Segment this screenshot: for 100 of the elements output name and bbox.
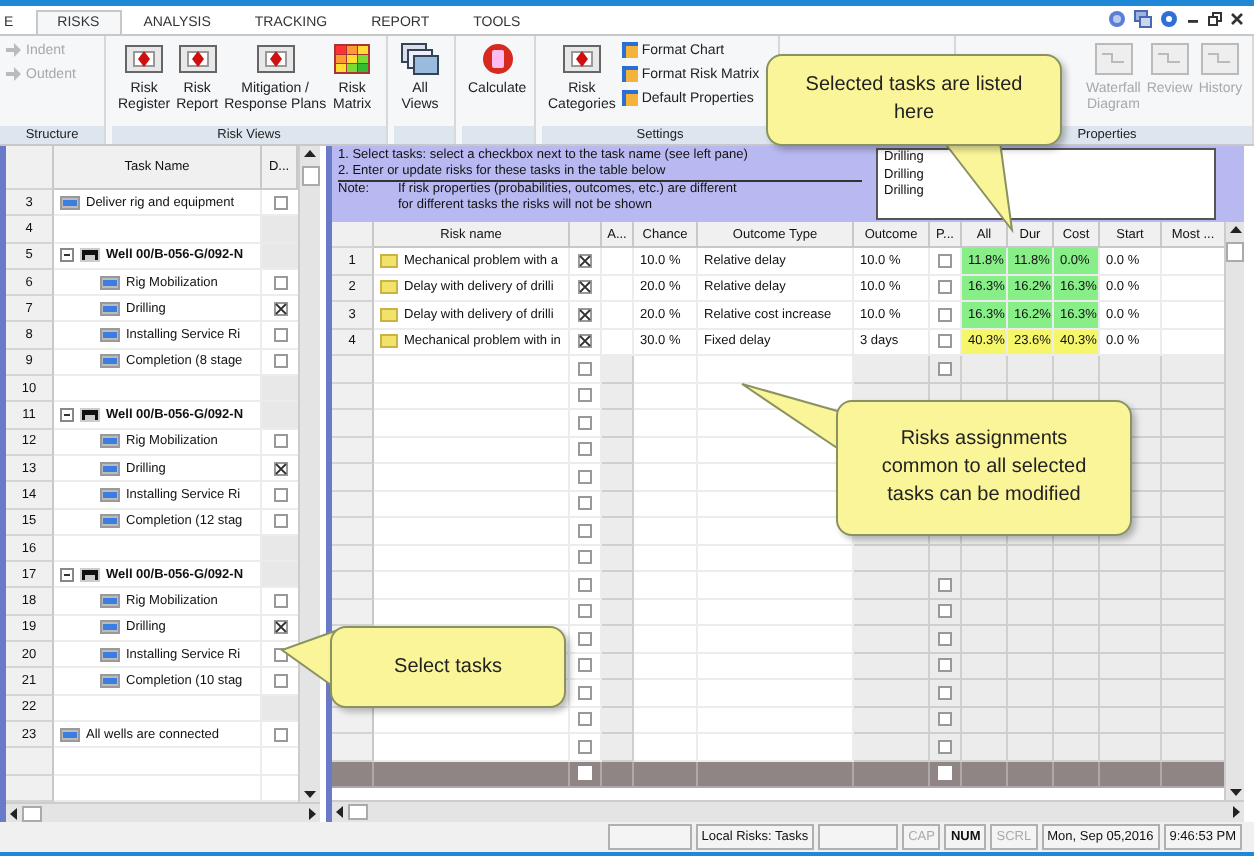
- checkbox[interactable]: [273, 461, 287, 476]
- checkbox[interactable]: [938, 577, 952, 592]
- checkbox[interactable]: [578, 712, 592, 727]
- checkbox[interactable]: [273, 328, 287, 343]
- right-arrow-icon[interactable]: [1228, 804, 1244, 820]
- windows-icon[interactable]: [1134, 10, 1152, 28]
- restore-icon[interactable]: [1208, 12, 1222, 26]
- checkbox-cell: [262, 216, 298, 244]
- horizontal-scrollbar[interactable]: [6, 802, 320, 824]
- checkbox[interactable]: [578, 442, 592, 457]
- checkbox[interactable]: [578, 307, 592, 322]
- task-bar-icon: [100, 275, 120, 290]
- checkbox[interactable]: [273, 594, 287, 609]
- collapse-icon[interactable]: [60, 408, 74, 423]
- scrollbar[interactable]: [298, 146, 320, 802]
- checkbox[interactable]: [273, 301, 287, 316]
- task-bar-icon: [60, 727, 80, 742]
- task-bar-icon: [100, 487, 120, 502]
- grid-icon: [332, 42, 373, 76]
- task-bar-icon: [100, 673, 120, 688]
- checkbox[interactable]: [938, 658, 952, 673]
- swatch-icon: [621, 42, 638, 58]
- checkbox[interactable]: [578, 361, 592, 376]
- checkbox[interactable]: [578, 280, 592, 295]
- checkbox[interactable]: [938, 604, 952, 619]
- checkbox-cell: [262, 376, 298, 403]
- checkbox[interactable]: [273, 514, 287, 529]
- chart-icon: [1200, 42, 1241, 76]
- down-arrow-icon[interactable]: [1227, 784, 1243, 800]
- checkbox[interactable]: [578, 496, 592, 511]
- checkbox[interactable]: [938, 685, 952, 700]
- up-arrow-icon[interactable]: [302, 146, 318, 162]
- task-bar-icon: [100, 461, 120, 476]
- checkbox[interactable]: [578, 658, 592, 673]
- summary-bar-icon: [80, 408, 100, 423]
- swatch-icon: [621, 66, 638, 82]
- horizontal-scrollbar[interactable]: [332, 800, 1244, 822]
- scrollbar-thumb[interactable]: [301, 166, 319, 186]
- task-bar-icon: [100, 434, 120, 449]
- checkbox[interactable]: [938, 361, 952, 376]
- right-arrow-icon[interactable]: [304, 806, 320, 822]
- checkbox[interactable]: [578, 577, 592, 592]
- checkbox[interactable]: [578, 550, 592, 565]
- checkbox[interactable]: [578, 604, 592, 619]
- checkbox[interactable]: [273, 487, 287, 502]
- chart-icon: [1093, 42, 1134, 76]
- scrollbar-thumb[interactable]: [22, 806, 42, 822]
- checkbox[interactable]: [938, 280, 952, 295]
- checkbox[interactable]: [273, 354, 287, 369]
- swatch-icon: [621, 90, 638, 106]
- summary-bar-icon: [80, 248, 100, 263]
- checkbox[interactable]: [273, 434, 287, 449]
- checkbox[interactable]: [578, 388, 592, 403]
- checkbox[interactable]: [578, 415, 592, 430]
- checkbox[interactable]: [938, 712, 952, 727]
- collapse-icon[interactable]: [60, 248, 74, 263]
- checkbox[interactable]: [578, 334, 592, 349]
- checkbox[interactable]: [578, 631, 592, 646]
- checkbox[interactable]: [938, 739, 952, 754]
- group-label-bar: [394, 126, 454, 144]
- task-bar-icon: [100, 328, 120, 343]
- scrollbar-thumb[interactable]: [1226, 242, 1244, 262]
- task-bar-icon: [100, 647, 120, 662]
- header-cell: [332, 222, 374, 248]
- task-bar-icon: [100, 620, 120, 635]
- checkbox-cell: [262, 535, 298, 563]
- checkbox[interactable]: [273, 275, 287, 290]
- group-label-bar: [462, 126, 534, 144]
- up-arrow-icon[interactable]: [1227, 222, 1243, 238]
- callout: Risks assignments common to all selected tasks can be modified: [836, 400, 1132, 536]
- task-bar-icon: [100, 354, 120, 369]
- task-bar-icon: [100, 594, 120, 609]
- checkbox[interactable]: [938, 307, 952, 322]
- help-icon[interactable]: [1160, 10, 1178, 28]
- collapse-icon[interactable]: [60, 567, 74, 582]
- checkbox[interactable]: [578, 739, 592, 754]
- task-bar-icon: [100, 514, 120, 529]
- summary-bar-icon: [80, 567, 100, 582]
- scrollbar-thumb[interactable]: [348, 804, 368, 820]
- checkbox[interactable]: [938, 631, 952, 646]
- globe-icon[interactable]: [1108, 10, 1126, 28]
- chart-icon: [1149, 42, 1190, 76]
- scrollbar[interactable]: [1224, 222, 1244, 800]
- close-icon[interactable]: [1230, 12, 1244, 26]
- checkbox[interactable]: [578, 469, 592, 484]
- checkbox-cell: [262, 695, 298, 722]
- checkbox[interactable]: [938, 334, 952, 349]
- checkbox[interactable]: [273, 727, 287, 742]
- checkbox[interactable]: [938, 253, 952, 268]
- task-bar-icon: [100, 301, 120, 316]
- calculator-icon: [477, 42, 518, 76]
- checkbox[interactable]: [578, 685, 592, 700]
- down-arrow-icon[interactable]: [302, 786, 318, 802]
- left-arrow-icon[interactable]: [6, 806, 22, 822]
- checkbox[interactable]: [578, 253, 592, 268]
- task-bar-icon: [60, 195, 80, 210]
- checkbox[interactable]: [273, 195, 287, 210]
- left-arrow-icon[interactable]: [332, 804, 348, 820]
- checkbox[interactable]: [578, 523, 592, 538]
- windows-icon: [400, 42, 440, 76]
